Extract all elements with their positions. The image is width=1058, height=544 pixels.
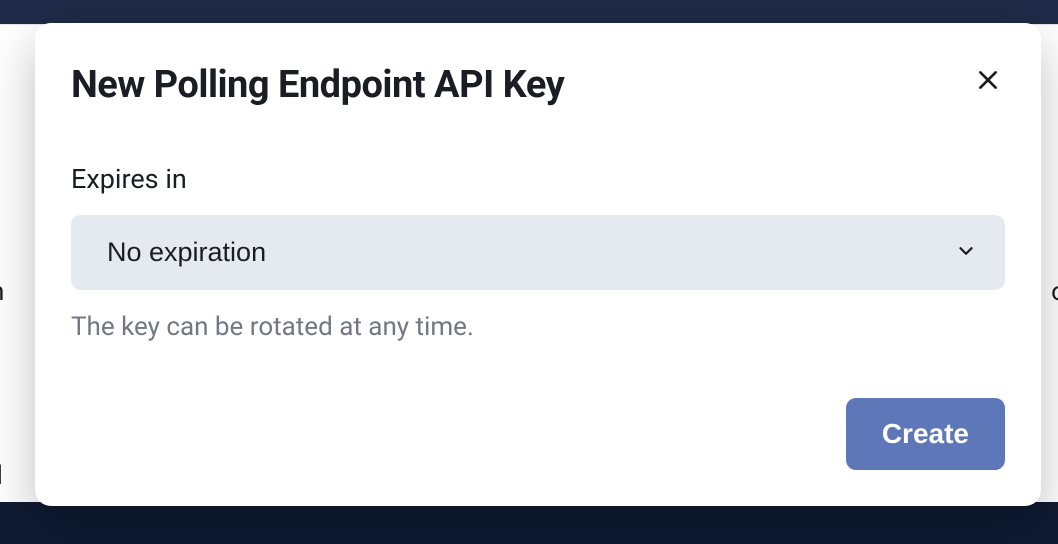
expires-field-group: Expires in No expiration The key can be …: [71, 163, 1005, 342]
expires-label: Expires in: [71, 163, 1005, 195]
modal-footer: Create: [71, 398, 1005, 470]
backdrop-bottom-strip: [0, 502, 1058, 544]
modal-title: New Polling Endpoint API Key: [71, 63, 564, 107]
expires-select[interactable]: No expiration: [71, 215, 1005, 290]
create-button[interactable]: Create: [846, 398, 1005, 470]
expires-helper-text: The key can be rotated at any time.: [71, 312, 1005, 342]
expires-select-value: No expiration: [107, 237, 266, 268]
expires-select-wrap: No expiration: [71, 215, 1005, 290]
close-icon: [975, 67, 1001, 96]
modal-header: New Polling Endpoint API Key: [71, 63, 1005, 107]
close-button[interactable]: [971, 63, 1005, 100]
new-api-key-modal: New Polling Endpoint API Key Expires in …: [35, 23, 1041, 506]
